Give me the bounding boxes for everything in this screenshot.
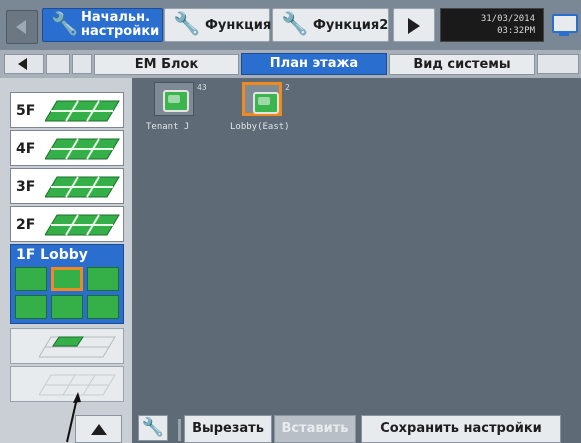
clock-display: 31/03/2014 03:32PM	[440, 8, 544, 42]
function2-tab[interactable]: 🔧 Функция2	[272, 8, 389, 42]
floor-label: 1F Lobby	[16, 247, 88, 263]
unit-label: Tenant J	[146, 122, 190, 132]
floor-label: 4F	[16, 141, 36, 157]
indoor-unit[interactable]: 43	[154, 82, 207, 118]
pointer-arrow-icon	[66, 392, 81, 443]
floor-3f-button[interactable]: 3F	[10, 168, 124, 204]
initial-settings-tab[interactable]: 🔧 Начальн. настройки	[42, 8, 163, 42]
tab-em-block[interactable]: ЕМ Блок	[94, 54, 239, 75]
initial-settings-label: Начальн. настройки	[81, 10, 160, 39]
wrench-icon: 🔧	[141, 417, 165, 438]
floor-thumbnail-icon	[45, 176, 120, 198]
tab-blank	[46, 54, 70, 74]
floor-label: 3F	[16, 179, 36, 195]
floor-label: 2F	[16, 217, 36, 233]
tab-blank	[537, 54, 579, 74]
unit-label: Lobby(East)	[230, 122, 290, 132]
floor-4f-button[interactable]: 4F	[10, 130, 124, 166]
bottom-action-bar: 🔧 Вырезать Вставить Сохранить настройки	[132, 413, 581, 443]
wrench-icon: 🔧	[51, 12, 79, 37]
function1-label: Функция1	[205, 18, 281, 33]
unit-icon-box	[154, 82, 194, 116]
floor-zone-cell[interactable]	[51, 295, 83, 319]
floor-thumbnail-icon	[45, 214, 120, 236]
wrench-icon: 🔧	[173, 12, 201, 37]
floor-thumbnail-icon	[39, 336, 116, 358]
left-arrow-icon	[16, 20, 26, 34]
floor-1f-lobby-button[interactable]: 1F Lobby	[10, 244, 124, 324]
tab-blank	[72, 54, 92, 74]
ac-unit-icon	[253, 92, 279, 114]
ac-unit-icon	[163, 90, 189, 112]
floor-zone-cell[interactable]	[15, 295, 47, 319]
left-arrow-icon	[18, 58, 27, 70]
wrench-icon: 🔧	[281, 12, 309, 37]
tab-system-view[interactable]: Вид системы	[389, 54, 535, 75]
floor-zone-cell[interactable]	[87, 295, 119, 319]
floor-zone-cell[interactable]	[15, 267, 47, 291]
floor-label: 5F	[16, 103, 36, 119]
floor-zone-cell-selected[interactable]	[51, 267, 83, 291]
cut-button[interactable]: Вырезать	[184, 415, 272, 443]
date-text: 31/03/2014	[480, 14, 535, 24]
monitor-icon[interactable]	[550, 11, 578, 39]
unit-number: 2	[285, 83, 290, 92]
floor-basement-button[interactable]	[10, 328, 124, 364]
paste-button[interactable]: Вставить	[274, 415, 356, 443]
unit-icon-box	[242, 82, 282, 116]
right-arrow-icon	[408, 18, 420, 34]
divider	[178, 419, 181, 441]
floor-thumbnail-icon	[45, 138, 120, 160]
floor-zone-cell[interactable]	[87, 267, 119, 291]
save-settings-button[interactable]: Сохранить настройки	[361, 415, 561, 443]
floor-5f-button[interactable]: 5F	[10, 92, 124, 128]
time-text: 03:32PM	[497, 26, 535, 36]
back-nav-button[interactable]	[6, 10, 38, 44]
view-tab-bar: ЕМ Блок План этажа Вид системы	[0, 50, 581, 78]
function2-label: Функция2	[313, 18, 389, 33]
tool-wrench-button[interactable]: 🔧	[138, 415, 168, 441]
floor-plan-workspace[interactable]: 43 Tenant J 2 Lobby(East)	[136, 78, 581, 413]
function1-tab[interactable]: 🔧 Функция1	[164, 8, 280, 42]
next-page-button[interactable]	[393, 8, 435, 42]
floor-2f-button[interactable]: 2F	[10, 206, 124, 242]
controller-screen: 🔧 Начальн. настройки 🔧 Функция1 🔧 Функци…	[0, 0, 581, 443]
top-toolbar: 🔧 Начальн. настройки 🔧 Функция1 🔧 Функци…	[0, 0, 581, 50]
unit-number: 43	[197, 83, 207, 92]
floor-thumbnail-icon	[45, 100, 120, 122]
up-arrow-icon	[91, 424, 107, 435]
tab-scroll-left-button[interactable]	[4, 54, 44, 74]
indoor-unit-selected[interactable]: 2	[242, 82, 290, 118]
tab-floor-plan[interactable]: План этажа	[241, 53, 387, 75]
